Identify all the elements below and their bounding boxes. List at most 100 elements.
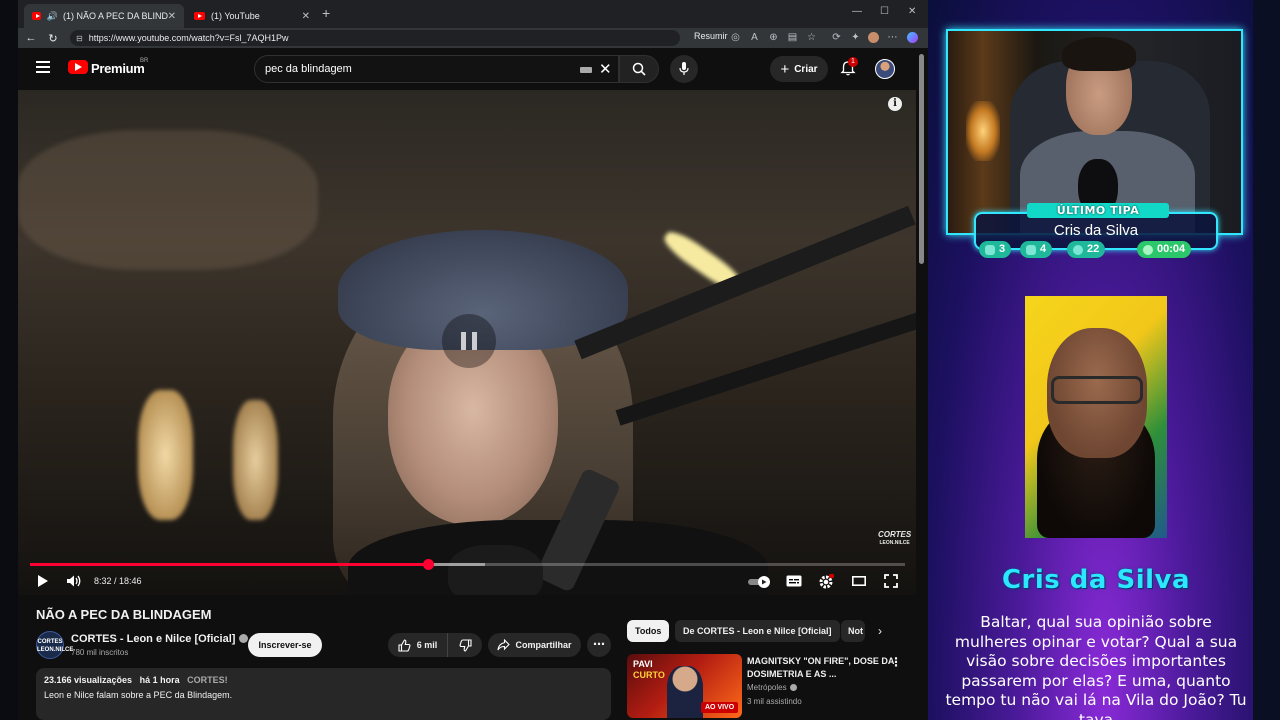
minimize-icon[interactable]: — [852, 6, 862, 17]
tip-message: Baltar, qual sua opinião sobre mulheres … [945, 613, 1247, 720]
play-icon[interactable] [37, 574, 49, 588]
chip-from-channel[interactable]: De CORTES - Leon e Nilce [Oficial] [675, 620, 840, 642]
reading-icon[interactable]: ▤ [787, 32, 798, 43]
settings-gear-icon[interactable] [818, 574, 834, 590]
share-button[interactable]: Compartilhar [488, 633, 581, 657]
tab-video[interactable]: 🔊 (1) NÃO A PEC DA BLINDAGEM ✕ [24, 4, 184, 28]
watermark-line2: LEON.NILCE [879, 540, 910, 546]
create-button[interactable]: + Criar [770, 56, 828, 82]
coin-icon [1073, 244, 1083, 255]
webcam-lamp [966, 101, 1000, 161]
close-tab-icon[interactable]: ✕ [168, 11, 176, 22]
clear-search-icon[interactable]: ✕ [599, 60, 612, 78]
channel-name-text: CORTES - Leon e Nilce [Oficial] [71, 633, 236, 645]
notification-badge: 1 [848, 57, 858, 67]
fullscreen-icon[interactable] [884, 574, 898, 588]
stat-pill-chat: 3 [979, 241, 1012, 258]
stream-overlay-panel: ÚLTIMO TIPA Cris da Silva 3 4 22 00:04 C… [928, 0, 1280, 720]
back-icon[interactable]: ← [20, 32, 42, 44]
thumbnail-text: CURTO [633, 670, 665, 680]
youtube-logo-icon[interactable] [68, 60, 88, 74]
reload-icon[interactable]: ↻ [42, 32, 64, 45]
chip-new[interactable]: Not [841, 620, 865, 642]
new-tab-icon[interactable]: + [322, 5, 330, 21]
video-title: NÃO A PEC DA BLINDAGEM [36, 607, 212, 622]
stat-value: 00:04 [1157, 243, 1186, 255]
more-actions-button[interactable]: ⋯ [587, 633, 611, 657]
share-label: Compartilhar [515, 640, 572, 650]
favorite-star-icon[interactable]: ☆ [806, 32, 817, 43]
related-video-channel[interactable]: Metrópoles [747, 683, 797, 692]
more-menu-icon[interactable]: ⋯ [887, 32, 898, 43]
channel-name[interactable]: CORTES - Leon e Nilce [Oficial] [71, 633, 249, 645]
copilot-icon[interactable]: ✦ [850, 32, 861, 43]
region-code: BR [140, 58, 149, 64]
live-badge: AO VIVO [701, 702, 739, 713]
chat-icon [985, 244, 995, 255]
related-video-meta: 3 mil assistindo [747, 697, 802, 706]
chevron-right-icon[interactable]: › [878, 620, 882, 642]
share-arrow-icon [497, 639, 511, 651]
edge-copilot-icon[interactable] [907, 32, 918, 43]
progress-scrubber[interactable] [422, 559, 434, 570]
tipper-photo [1025, 296, 1167, 538]
channel-watermark: CORTES LEON.NILCE [878, 530, 911, 548]
youtube-favicon-icon [194, 12, 205, 20]
youtube-header: Premium BR pec da blindagem ✕ + Criar 1 [18, 48, 928, 90]
tipper-name: Cris da Silva [1001, 565, 1191, 595]
youtube-icon [1026, 244, 1036, 255]
video-player[interactable]: i CORTES LEON.NILCE 8:32 / 18:46 [18, 90, 916, 595]
description-box[interactable]: 23.166 visualizações há 1 hora CORTES! L… [36, 668, 611, 720]
chip-all[interactable]: Todos [627, 620, 670, 642]
maximize-icon[interactable]: ☐ [880, 6, 889, 17]
hashtag[interactable]: CORTES! [187, 675, 228, 685]
voice-search-button[interactable] [670, 55, 698, 83]
summary-button[interactable]: Resumir [694, 31, 728, 41]
volume-icon[interactable] [66, 574, 82, 588]
account-avatar[interactable] [875, 59, 895, 79]
channel-avatar[interactable]: CORTES LEON.NILCE [36, 631, 73, 659]
progress-bar[interactable] [30, 559, 905, 570]
extension-icon[interactable]: ◎ [730, 32, 741, 43]
streamer-hair [1062, 37, 1136, 71]
create-label: Criar [794, 63, 818, 75]
autoplay-toggle-icon[interactable] [748, 576, 772, 588]
info-icon[interactable]: i [888, 97, 902, 111]
close-window-icon[interactable]: ✕ [908, 6, 916, 17]
speaker-icon[interactable]: 🔊 [47, 11, 58, 22]
theater-mode-icon[interactable] [852, 576, 866, 586]
search-input[interactable]: pec da blindagem ✕ [254, 55, 619, 83]
whatsapp-icon [1143, 244, 1153, 255]
zoom-icon[interactable]: ⊕ [768, 32, 779, 43]
hamburger-menu-icon[interactable] [36, 61, 50, 73]
pause-overlay-icon[interactable] [442, 314, 496, 368]
site-info-icon[interactable]: ⊟ [76, 34, 83, 43]
page-scrollbar[interactable] [917, 48, 926, 720]
related-video-title[interactable]: MAGNITSKY "ON FIRE", DOSE DA DOSIMETRIA … [747, 655, 897, 681]
subscribe-button[interactable]: Inscrever-se [248, 633, 322, 657]
related-more-icon[interactable]: ⋮ [890, 655, 902, 669]
browser-window: 🔊 (1) NÃO A PEC DA BLINDAGEM ✕ (1) YouTu… [18, 0, 928, 720]
stat-value: 4 [1040, 243, 1047, 255]
like-button[interactable]: 6 mil [388, 633, 448, 657]
thumbs-up-icon [398, 638, 411, 652]
translate-icon[interactable]: A [749, 32, 760, 43]
last-tip-label: ÚLTIMO TIPA [1027, 203, 1169, 218]
tab-youtube[interactable]: (1) YouTube ✕ [186, 4, 318, 28]
related-video-thumbnail[interactable]: PAVI CURTO AO VIVO [627, 654, 742, 718]
lamp-light [233, 400, 278, 520]
youtube-logo-text[interactable]: Premium [91, 61, 145, 76]
dislike-button[interactable] [448, 633, 482, 657]
subtitles-icon[interactable] [786, 575, 802, 587]
keyboard-icon[interactable] [580, 67, 592, 73]
like-count: 6 mil [416, 640, 438, 650]
profile-avatar[interactable] [868, 32, 879, 43]
url-field[interactable]: ⊟ https://www.youtube.com/watch?v=Fsl_7A… [70, 30, 680, 46]
scrollbar-thumb[interactable] [919, 54, 924, 264]
view-count: 23.166 visualizações [44, 675, 133, 685]
search-button[interactable] [619, 55, 659, 83]
thumbnail-person [667, 666, 703, 718]
close-tab-icon[interactable]: ✕ [302, 11, 310, 22]
progress-played [30, 563, 428, 566]
refresh-extension-icon[interactable]: ⟳ [831, 32, 842, 43]
